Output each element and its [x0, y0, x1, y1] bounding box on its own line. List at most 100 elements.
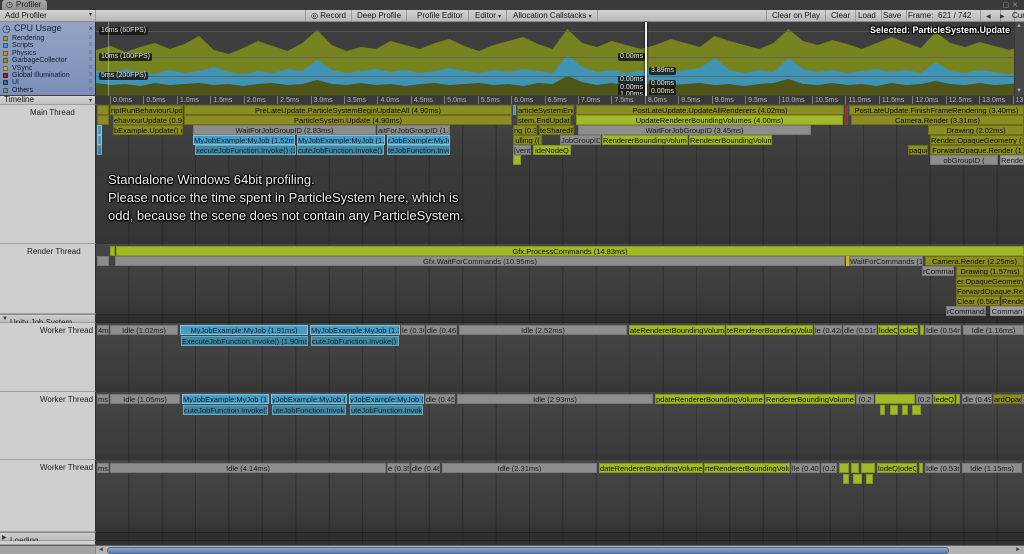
- timeline-bar-main-thread[interactable]: riptRunBehaviourUpdate: [110, 105, 183, 115]
- timeline-bar-main-thread[interactable]: teJobFunction.Invoke() (1.: [387, 145, 450, 155]
- timeline-bar-worker-thread-1[interactable]: Idle (2.52ms): [459, 325, 627, 335]
- timeline-bar-worker-thread-1[interactable]: Idle (0.54ms): [925, 325, 961, 335]
- timeline-bar-main-thread[interactable]: Drawing (2.02ms): [928, 125, 1024, 135]
- timeline-bar-worker-thread-3[interactable]: lle (0.40m: [791, 463, 820, 473]
- timeline-bar-main-thread[interactable]: paque.P: [908, 145, 928, 155]
- timeline-bar-main-thread[interactable]: articleSystemEndU: [517, 105, 574, 115]
- legend-item-scripts[interactable]: Scripts ≡: [0, 42, 95, 49]
- drag-handle-icon[interactable]: ≡: [88, 72, 92, 79]
- timeline-bar-worker-thread-2[interactable]: (0.2: [916, 394, 932, 404]
- timeline-bar-main-thread[interactable]: RenderLoo: [1000, 155, 1024, 165]
- timeline-bar-main-thread[interactable]: Camera.Render (3.31ms): [851, 115, 1024, 125]
- drag-handle-icon[interactable]: ≡: [88, 42, 92, 49]
- timeline-bar-main-thread[interactable]: obGroupID (: [930, 155, 998, 165]
- drag-handle-icon[interactable]: ≡: [88, 87, 92, 94]
- window-close-icon[interactable]: ✕: [1012, 2, 1021, 9]
- timeline-bar-worker-thread-2[interactable]: ardOpaque.S: [993, 394, 1022, 404]
- timeline-bar-main-thread[interactable]: MyJobExample:MyJob (1.52ms): [193, 135, 295, 145]
- foldout-icon[interactable]: ▼: [2, 316, 8, 322]
- timeline-bar-worker-thread-3[interactable]: rteRendererBoundingVolumes (1.3: [704, 463, 790, 473]
- timeline-bar-main-thread[interactable]: ng (0.33: [513, 125, 537, 135]
- timeline-bar-main-thread[interactable]: [845, 105, 848, 115]
- foldout-icon[interactable]: ▶: [2, 534, 7, 541]
- timeline-bar-worker-thread-3[interactable]: Idle (0.53ms): [925, 463, 960, 473]
- profile-editor-button[interactable]: Profile Editor: [412, 10, 469, 21]
- drag-handle-icon[interactable]: ≡: [88, 79, 92, 86]
- legend-item-rendering[interactable]: Rendering ≡: [0, 35, 95, 42]
- timeline-bar-worker-thread-3[interactable]: [919, 463, 923, 473]
- tab-profiler[interactable]: ◷ Profiler: [2, 0, 48, 10]
- scrollbar-thumb[interactable]: [107, 546, 949, 554]
- timeline-bar-worker-thread-3[interactable]: [866, 474, 873, 484]
- legend-item-global-illumination[interactable]: Global Illumination ≡: [0, 72, 95, 79]
- timeline-bar-main-thread[interactable]: [97, 115, 109, 125]
- timeline-bar-worker-thread-1[interactable]: teRendererBoundingVolumes (1.3: [726, 325, 813, 335]
- timeline-bar-worker-thread-2[interactable]: (0.2: [856, 394, 874, 404]
- timeline-bar-worker-thread-1[interactable]: MyJobExample:MyJob (1.34ms): [310, 325, 400, 335]
- timeline-bar-render-thread[interactable]: Comman: [990, 306, 1024, 316]
- timeline-bar-worker-thread-2[interactable]: uteJobFunction.Invoke() (1.1: [272, 405, 346, 415]
- timeline-bar-main-thread[interactable]: UpdateRendererBoundingVolumes (4.00ms): [576, 115, 843, 125]
- timeline-bar-worker-thread-2[interactable]: Idle (2.93ms): [457, 394, 653, 404]
- timeline-bar-main-thread[interactable]: xecuteJobFunction.Invoke() (1.51ms: [195, 145, 296, 155]
- timeline-bar-worker-thread-3[interactable]: Idle (4.14ms): [110, 463, 386, 473]
- timeline-bar-render-thread[interactable]: Camera.Render (2.25ms): [925, 256, 1024, 266]
- timeline-bar-worker-thread-2[interactable]: [956, 394, 960, 404]
- scroll-up-icon[interactable]: ▲: [1016, 23, 1022, 29]
- timeline-bar-main-thread[interactable]: Render.OpaqueGeometry (1.74ms: [930, 135, 1024, 145]
- timeline-bar-worker-thread-2[interactable]: pdateRendererBoundingVolumes (1.63m: [655, 394, 764, 404]
- save-button[interactable]: Save: [878, 10, 908, 21]
- clear-on-play-button[interactable]: Clear on Play: [766, 10, 827, 21]
- cpu-usage-module[interactable]: ◷ CPU Usage × Rendering ≡ Scripts ≡ Physics ≡…: [0, 22, 96, 95]
- timeline-bar-main-thread[interactable]: rJobExample:MyJob (1.08m: [387, 135, 450, 145]
- timeline-bar-worker-thread-3[interactable]: Idle (2.31ms): [442, 463, 597, 473]
- drag-handle-icon[interactable]: ≡: [88, 57, 92, 64]
- timeline-bar-main-thread[interactable]: WaitForJobGroupID (2.83ms): [193, 125, 376, 135]
- deep-profile-button[interactable]: Deep Profile: [352, 10, 408, 21]
- allocation-callstacks-dropdown[interactable]: Allocation Callstacks ▾: [508, 10, 598, 21]
- timeline-bar-worker-thread-3[interactable]: dle (0.46ms: [411, 463, 440, 473]
- scroll-down-icon[interactable]: ▼: [1016, 88, 1022, 94]
- timeline-bar-worker-thread-1[interactable]: ateRendererBoundingVolumes (1.43: [629, 325, 725, 335]
- timeline-bar-render-thread[interactable]: RenderLoo: [1001, 296, 1024, 306]
- timeline-bar-worker-thread-2[interactable]: yJobExample:MyJob (1.14m: [349, 394, 424, 404]
- timeline-bar-render-thread[interactable]: Gfx.ProcessCommands (14.83ms): [116, 246, 1024, 256]
- timeline-bar-worker-thread-3[interactable]: e (0.35m: [387, 463, 410, 473]
- timeline-bar-worker-thread-2[interactable]: [890, 405, 898, 415]
- timeline-bar-worker-thread-3[interactable]: (0.2: [821, 463, 837, 473]
- timeline-bar-worker-thread-1[interactable]: lodeQ: [878, 325, 898, 335]
- group-row-unity-job-system[interactable]: ▼Unity Job System: [0, 314, 96, 327]
- timeline-bar-render-thread[interactable]: Drawing (1.57ms): [956, 266, 1024, 276]
- timeline-bar-worker-thread-1[interactable]: le (0.36m: [401, 325, 425, 335]
- close-icon[interactable]: ×: [88, 22, 93, 35]
- editor-dropdown[interactable]: Editor ▾: [470, 10, 508, 21]
- timeline-bar-worker-thread-2[interactable]: cuteJobFunction.Invoke() (1.28: [183, 405, 268, 415]
- legend-item-others[interactable]: Others ≡: [0, 87, 95, 94]
- legend-item-ui[interactable]: UI ≡: [0, 79, 95, 86]
- timeline-bar-worker-thread-3[interactable]: Idle (1.15ms): [962, 463, 1022, 473]
- timeline-bar-render-thread[interactable]: [97, 256, 109, 266]
- timeline-bar-main-thread[interactable]: ParticleSystem.Update (4.90ms): [184, 115, 512, 125]
- timeline-bar-worker-thread-2[interactable]: ledeQ: [933, 394, 955, 404]
- timeline-bar-worker-thread-2[interactable]: [912, 405, 921, 415]
- timeline-bar-render-thread[interactable]: rCommand: [922, 266, 954, 276]
- timeline-bar-main-thread[interactable]: JobGroupID (0: [560, 135, 601, 145]
- timeline-bar-worker-thread-1[interactable]: MyJobExample:MyJob (1.91ms): [180, 325, 308, 335]
- timeline-bar-worker-thread-2[interactable]: [902, 405, 908, 415]
- timeline-bar-main-thread[interactable]: [513, 105, 516, 115]
- current-frame-button[interactable]: Current: [1010, 10, 1024, 21]
- record-button[interactable]: ◎ Record: [305, 10, 353, 21]
- timeline-bar-worker-thread-2[interactable]: RendererBoundingVolumes (1: [765, 394, 855, 404]
- add-profiler-dropdown[interactable]: Add Profiler ▾: [0, 10, 96, 21]
- timeline-bar-worker-thread-3[interactable]: [861, 463, 875, 473]
- legend-item-physics[interactable]: Physics ≡: [0, 50, 95, 57]
- cpu-chart[interactable]: 16ms (60FPS) 10ms (100FPS) 5ms (200FPS) 0.…: [96, 22, 1024, 95]
- group-row-loading[interactable]: ▶Loading: [0, 532, 96, 545]
- timeline-bar-render-thread[interactable]: er.OpaqueGeometry (1.5: [956, 276, 1024, 286]
- scroll-right-icon[interactable]: ►: [1013, 546, 1023, 554]
- timeline-bar-render-thread[interactable]: ForwardOpaque.Render (1: [956, 286, 1024, 296]
- timeline-bar-worker-thread-1[interactable]: le (0.42m: [814, 325, 842, 335]
- timeline-bar-main-thread[interactable]: ForwardOpaque.Render (1: [930, 145, 1024, 155]
- chart-scrollbar[interactable]: ▲ ▼: [1014, 22, 1024, 95]
- timeline-bar-main-thread[interactable]: RendererBoundingVolumes (1: [602, 135, 688, 145]
